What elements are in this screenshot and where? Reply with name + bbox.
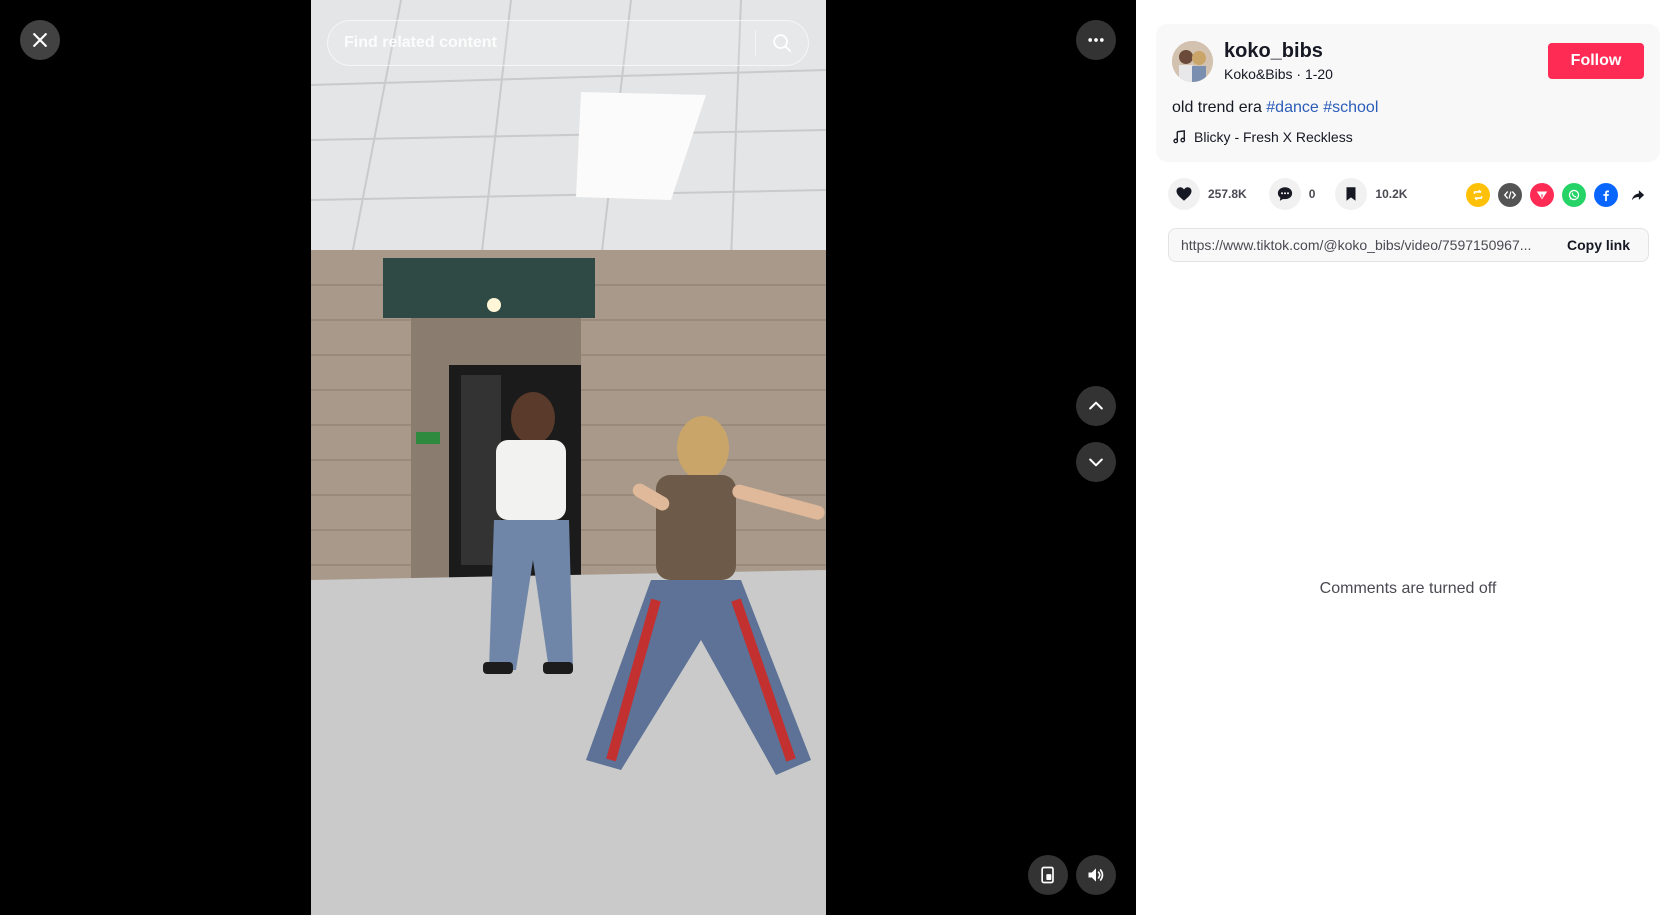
more-share-button[interactable] (1626, 183, 1650, 207)
previous-video-button[interactable] (1076, 386, 1116, 426)
video-player[interactable] (311, 0, 826, 915)
caption-text: old trend era (1172, 99, 1267, 116)
share-link-box: https://www.tiktok.com/@koko_bibs/video/… (1168, 228, 1649, 262)
video-frame (311, 0, 826, 915)
caption: old trend era #dance #school (1172, 99, 1378, 117)
share-options (1466, 183, 1650, 207)
comment-icon (1277, 187, 1292, 201)
repost-button[interactable] (1466, 183, 1490, 207)
save-icon-wrap (1335, 178, 1368, 210)
chevron-up-icon (1089, 401, 1103, 410)
send-icon (1536, 191, 1548, 200)
display-name: Koko&Bibs (1224, 66, 1293, 82)
embed-button[interactable] (1498, 183, 1522, 207)
author-subline: Koko&Bibs · 1-20 (1224, 66, 1333, 82)
heart-icon (1176, 187, 1192, 201)
facebook-share-button[interactable] (1594, 183, 1618, 207)
floating-player-button[interactable] (1028, 855, 1068, 895)
like-button[interactable]: 257.8K (1168, 178, 1247, 210)
send-to-friends-button[interactable] (1530, 183, 1554, 207)
whatsapp-share-button[interactable] (1562, 183, 1586, 207)
share-arrow-icon (1631, 190, 1645, 201)
close-icon (33, 33, 47, 47)
search-button[interactable] (756, 21, 808, 65)
search-icon (773, 34, 792, 53)
hashtag-school[interactable]: #school (1323, 99, 1378, 116)
action-bar: 257.8K 0 10.2K (1168, 178, 1427, 210)
more-icon (1088, 38, 1104, 42)
like-count: 257.8K (1208, 187, 1247, 201)
like-icon-wrap (1168, 178, 1200, 210)
facebook-icon (1603, 190, 1609, 202)
music-title: Blicky - Fresh X Reckless (1194, 129, 1353, 145)
next-video-button[interactable] (1076, 442, 1116, 482)
comment-button[interactable]: 0 (1268, 178, 1316, 210)
volume-icon (1088, 868, 1104, 882)
post-date: 1-20 (1304, 66, 1333, 82)
repost-icon (1473, 189, 1483, 201)
bookmark-icon (1346, 187, 1356, 201)
comment-count: 0 (1308, 187, 1316, 201)
copy-link-button[interactable]: Copy link (1549, 237, 1648, 253)
username[interactable]: koko_bibs (1224, 40, 1323, 63)
hashtag-dance[interactable]: #dance (1266, 99, 1319, 116)
follow-button[interactable]: Follow (1548, 43, 1644, 79)
post-info-card: koko_bibs Koko&Bibs · 1-20 Follow old tr… (1156, 24, 1660, 162)
comment-icon-wrap (1268, 178, 1301, 210)
avatar[interactable] (1172, 41, 1213, 82)
avatar-image (1172, 41, 1213, 82)
music-note-icon (1173, 130, 1186, 144)
details-panel: koko_bibs Koko&Bibs · 1-20 Follow old tr… (1136, 0, 1680, 915)
volume-button[interactable] (1076, 855, 1116, 895)
share-url[interactable]: https://www.tiktok.com/@koko_bibs/video/… (1169, 237, 1549, 253)
chevron-down-icon (1089, 458, 1103, 467)
related-content-search (327, 20, 809, 66)
video-stage (0, 0, 1136, 915)
save-button[interactable]: 10.2K (1335, 178, 1407, 210)
subline-separator: · (1292, 66, 1305, 82)
embed-icon (1503, 191, 1517, 199)
whatsapp-icon (1568, 189, 1580, 201)
save-count: 10.2K (1375, 187, 1408, 201)
music-link[interactable]: Blicky - Fresh X Reckless (1172, 129, 1353, 145)
more-options-button[interactable] (1076, 20, 1116, 60)
floating-player-icon (1041, 866, 1054, 884)
comments-disabled-message: Comments are turned off (1319, 580, 1497, 597)
close-button[interactable] (20, 20, 60, 60)
search-input[interactable] (328, 34, 755, 52)
